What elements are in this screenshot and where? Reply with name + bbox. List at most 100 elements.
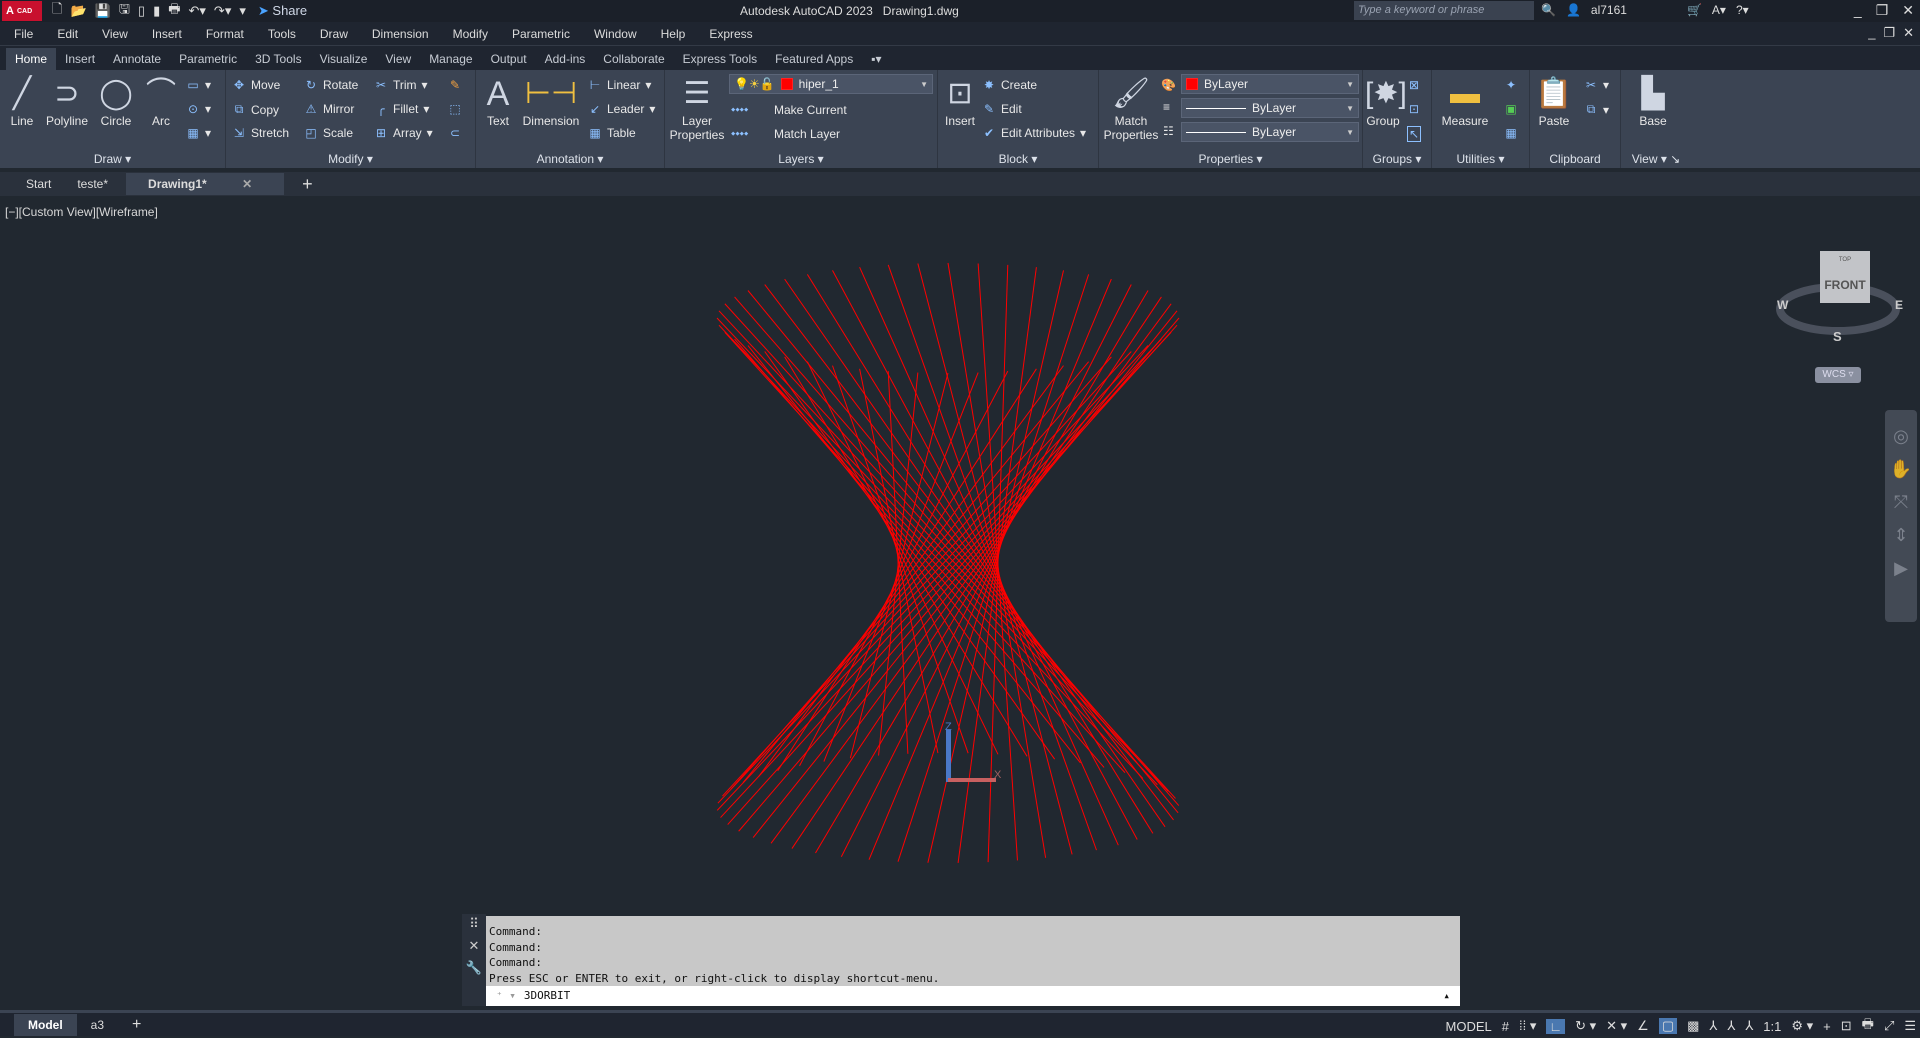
explode-button[interactable]: ⬚: [448, 102, 462, 116]
draw-panel-title[interactable]: Draw ▾: [0, 152, 225, 166]
isodraft-icon[interactable]: ✕ ▾: [1606, 1018, 1627, 1034]
annotation-scale-icon[interactable]: ⅄: [1745, 1018, 1753, 1034]
erase-button[interactable]: ✎: [448, 78, 462, 92]
ruling-line[interactable]: [815, 290, 1149, 854]
modify-panel-title[interactable]: Modify ▾: [226, 152, 475, 166]
tab-start[interactable]: Start: [18, 173, 59, 195]
leader-button[interactable]: ↙ Leader ▾: [588, 102, 655, 116]
annotation-visibility-icon[interactable]: ⅄: [1709, 1018, 1717, 1034]
open-icon[interactable]: 📂: [70, 3, 86, 19]
group-button[interactable]: [✸] Group: [1365, 74, 1407, 128]
annotation-panel-title[interactable]: Annotation ▾: [476, 152, 664, 166]
tab-visualize[interactable]: Visualize: [311, 48, 377, 70]
cut-button[interactable]: ✂ ▾: [1584, 78, 1609, 92]
tab-express-tools[interactable]: Express Tools: [674, 48, 766, 70]
select-all-button[interactable]: ▣: [1504, 102, 1518, 116]
object-snap-icon[interactable]: ▢: [1658, 1018, 1678, 1034]
customize-wrench-icon[interactable]: 🔧: [466, 960, 482, 976]
help-icon[interactable]: ?▾: [1736, 3, 1749, 17]
utilities-panel-title[interactable]: Utilities ▾: [1432, 152, 1529, 166]
ellipse-button[interactable]: ⊙ ▾: [186, 102, 211, 116]
block-panel-title[interactable]: Block ▾: [938, 152, 1098, 166]
close-command-icon[interactable]: ✕: [469, 938, 480, 954]
fillet-button[interactable]: ╭ Fillet ▾: [374, 102, 429, 116]
offset-button[interactable]: ⊂: [448, 126, 462, 140]
circle-button[interactable]: ◯ Circle: [96, 74, 136, 128]
cart-icon[interactable]: 🛒: [1687, 3, 1702, 17]
close-icon[interactable]: ✕: [1902, 2, 1914, 19]
layers-panel-title[interactable]: Layers ▾: [665, 152, 937, 166]
text-button[interactable]: A Text: [480, 74, 516, 128]
menu-modify[interactable]: Modify: [453, 27, 488, 41]
pan-icon[interactable]: ✋: [1890, 459, 1912, 480]
undo-icon[interactable]: ↶▾: [189, 3, 206, 19]
compass-west[interactable]: W: [1777, 298, 1789, 312]
command-input[interactable]: ⁺ ▾ 3DORBIT ▴: [486, 986, 1460, 1006]
linetype-dropdown[interactable]: ByLayer ▼: [1181, 98, 1359, 118]
save-web-icon[interactable]: ▮: [153, 3, 160, 19]
showmotion-icon[interactable]: ▶: [1894, 558, 1908, 579]
wcs-menu[interactable]: WCS ▿: [1815, 367, 1861, 383]
model-space-toggle[interactable]: MODEL: [1446, 1019, 1492, 1034]
menu-tools[interactable]: Tools: [268, 27, 296, 41]
viewcube[interactable]: TOP FRONT W E S: [1775, 245, 1905, 355]
menu-draw[interactable]: Draw: [320, 27, 348, 41]
doc-restore-icon[interactable]: ❐: [1883, 25, 1895, 41]
menu-dimension[interactable]: Dimension: [372, 27, 429, 41]
tab-home[interactable]: Home: [6, 48, 57, 70]
file-tab-drawing1[interactable]: Drawing1* ✕: [126, 173, 285, 195]
search-input[interactable]: Type a keyword or phrase: [1354, 1, 1534, 20]
menu-express[interactable]: Express: [709, 27, 752, 41]
color-dropdown[interactable]: ByLayer ▼: [1181, 74, 1359, 94]
app-logo[interactable]: A CAD: [2, 1, 42, 21]
new-icon[interactable]: 🗋: [52, 0, 62, 22]
drawing-canvas[interactable]: ZX: [0, 196, 1920, 1010]
ruling-line[interactable]: [752, 310, 1178, 838]
ruling-line[interactable]: [887, 264, 1097, 851]
groups-panel-title[interactable]: Groups ▾: [1363, 152, 1431, 166]
tab-parametric[interactable]: Parametric: [170, 48, 246, 70]
menu-edit[interactable]: Edit: [57, 27, 78, 41]
snap-icon[interactable]: ⁞⁞ ▾: [1519, 1018, 1536, 1034]
layer-tools-row1[interactable]: ⬩⬩⬩⬩ Make Current: [731, 102, 847, 117]
layout-tab-model[interactable]: Model: [14, 1013, 77, 1036]
scale-button[interactable]: ◰ Scale: [304, 126, 353, 140]
ruling-line[interactable]: [868, 278, 1112, 860]
table-button[interactable]: ▦ Table: [588, 126, 635, 140]
mirror-button[interactable]: ⚠ Mirror: [304, 102, 355, 116]
ruling-line[interactable]: [823, 372, 979, 762]
polar-icon[interactable]: ↻ ▾: [1575, 1018, 1596, 1034]
ribbon-minimize-icon[interactable]: ▪▾: [862, 48, 890, 70]
menu-insert[interactable]: Insert: [152, 27, 182, 41]
menu-parametric[interactable]: Parametric: [512, 27, 570, 41]
annotation-scale[interactable]: 1:1: [1763, 1019, 1781, 1034]
tab-insert[interactable]: Insert: [56, 48, 104, 70]
copy-button[interactable]: ⧉ Copy: [232, 102, 279, 117]
menu-window[interactable]: Window: [594, 27, 637, 41]
edit-block-button[interactable]: ✎ Edit: [982, 102, 1022, 116]
menu-format[interactable]: Format: [206, 27, 244, 41]
properties-panel-title[interactable]: Properties ▾: [1099, 152, 1362, 166]
polyline-button[interactable]: ⊃ Polyline: [42, 74, 92, 128]
edit-attributes-button[interactable]: ✔ Edit Attributes ▾: [982, 126, 1086, 140]
arc-button[interactable]: ⌒ Arc: [142, 74, 180, 128]
create-block-button[interactable]: ✸ Create: [982, 78, 1037, 92]
customization-menu-icon[interactable]: ☰: [1904, 1018, 1916, 1034]
object-snap-tracking-icon[interactable]: ∠: [1637, 1018, 1649, 1034]
make-current-button[interactable]: Make Current: [774, 103, 847, 117]
layer-properties-button[interactable]: ☰ Layer Properties: [669, 74, 725, 142]
workspace-gear-icon[interactable]: ⚙ ▾: [1791, 1018, 1813, 1034]
orbit-icon[interactable]: ⇕: [1893, 525, 1908, 546]
grid-icon[interactable]: #: [1502, 1019, 1509, 1034]
insert-button[interactable]: ⊡ Insert: [942, 74, 978, 128]
stretch-button[interactable]: ⇲ Stretch: [232, 126, 289, 140]
menu-view[interactable]: View: [102, 27, 128, 41]
minimize-icon[interactable]: _: [1854, 2, 1862, 19]
ruling-line[interactable]: [832, 365, 969, 754]
file-tab-teste[interactable]: teste*: [69, 173, 116, 195]
recent-commands-icon[interactable]: ⁺ ▾: [496, 989, 516, 1003]
ruling-line[interactable]: [791, 296, 1162, 849]
steering-wheel-icon[interactable]: ◎: [1893, 426, 1909, 447]
quick-select-button[interactable]: ✦: [1504, 78, 1518, 92]
group-select-button[interactable]: ↖: [1407, 126, 1421, 142]
